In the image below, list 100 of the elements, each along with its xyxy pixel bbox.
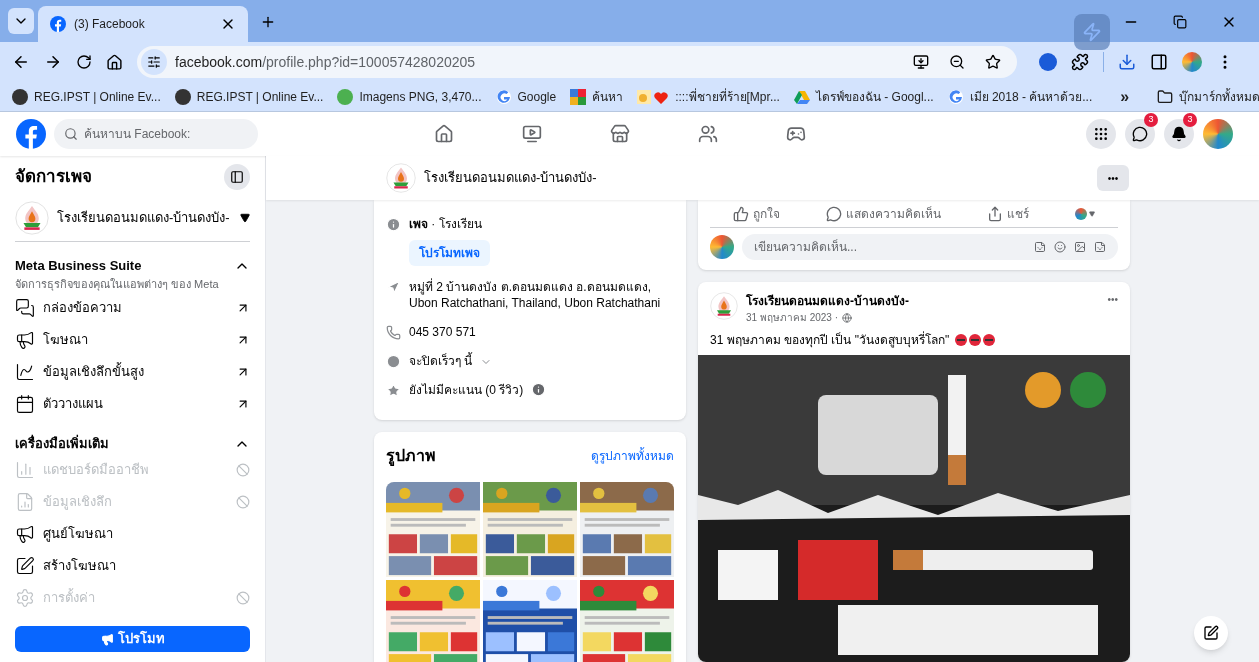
thumbs-up-icon <box>733 205 749 222</box>
no-smoking-emoji-icon <box>969 334 982 346</box>
settings-icon <box>15 587 35 608</box>
sidebar-item[interactable]: ศูนย์โฆษณา <box>15 517 250 550</box>
share-icon <box>987 205 1003 222</box>
sidebar-item[interactable]: กล่องข้อความ <box>15 292 250 324</box>
install-app-icon[interactable] <box>913 54 929 70</box>
bell-icon <box>1171 126 1187 142</box>
avatar-sticker-icon[interactable] <box>1034 241 1046 253</box>
grid-icon <box>1093 126 1109 142</box>
star-icon <box>386 383 401 398</box>
sidebar-toggle-icon <box>230 170 244 184</box>
search-field[interactable]: ค้นหาบน Facebook: <box>54 119 258 149</box>
side-panel-icon[interactable] <box>1150 53 1168 71</box>
blocked-icon <box>236 494 250 509</box>
bookmark-item[interactable]: Imagens PNG, 3,470... <box>337 87 482 106</box>
gaming-icon <box>786 124 806 144</box>
extensions-icon[interactable] <box>1071 53 1089 71</box>
megaphone-icon <box>100 632 114 646</box>
dropdown-icon[interactable] <box>1089 210 1095 217</box>
post-author[interactable]: โรงเรียนดอนมดแดง-บ้านดงบัง- <box>746 292 1100 310</box>
sidebar-item[interactable]: ตัววางแผน <box>15 388 250 420</box>
chat-bubble-icon <box>1132 126 1148 142</box>
profile-avatar[interactable] <box>1075 207 1087 220</box>
video-icon <box>522 124 542 144</box>
address-bar[interactable]: facebook.com/profile.php?id=100057428020205 <box>137 46 1017 78</box>
bookmark-item[interactable]: REG.IPST | Online Ev... <box>174 87 324 106</box>
compose-button[interactable] <box>1194 616 1228 650</box>
comment-field[interactable]: เขียนความคิดเห็น... <box>742 234 1118 260</box>
profile-avatar[interactable] <box>1182 52 1202 72</box>
intro-text: 045 370 571 <box>409 324 476 340</box>
notification-badge: 3 <box>1183 113 1197 127</box>
sidebar-item[interactable]: โฆษณา <box>15 324 250 356</box>
back-icon[interactable] <box>12 53 30 71</box>
promote-button[interactable]: โปรโมท <box>15 626 250 652</box>
restore-icon[interactable] <box>1173 15 1187 29</box>
sidebar-item[interactable]: สร้างโฆษณา <box>15 549 250 582</box>
user-avatar <box>710 235 734 259</box>
google-icon <box>495 88 512 105</box>
bookmarks-overflow-button[interactable]: » <box>1120 84 1130 109</box>
bar-chart-icon <box>15 459 35 480</box>
groups-icon <box>698 124 718 144</box>
bookmark-item[interactable]: ไดรฟ์ของฉัน - Googl... <box>793 87 934 106</box>
more-options-button[interactable]: ••• <box>1107 292 1118 307</box>
intro-text: ยังไม่มีคะแนน (0 รีวิว) <box>409 382 524 398</box>
like-button[interactable]: ถูกใจ <box>733 204 780 223</box>
info-icon[interactable] <box>531 382 547 397</box>
promote-page-button[interactable]: โปรโมทเพจ <box>409 240 490 266</box>
post-text: 31 พฤษภาคม ของทุกปี เป็น "วันงดสูบบุหรี่โลก" <box>710 331 950 349</box>
no-smoking-emoji-icon <box>955 334 968 346</box>
line-chart-icon <box>15 362 35 382</box>
home-icon[interactable] <box>106 53 123 71</box>
school-logo-icon <box>386 163 416 193</box>
bookmark-item[interactable]: ::::พี่ชายที่ร้าย[Mpr... <box>637 87 780 106</box>
see-all-photos-link[interactable]: ดูรูปภาพทั้งหมด <box>591 447 674 465</box>
facebook-logo-icon[interactable] <box>16 119 46 149</box>
bookmark-item[interactable]: REG.IPST | Online Ev... <box>12 87 161 106</box>
sidebar-title: จัดการเพจ <box>15 166 92 189</box>
menu-button[interactable] <box>1086 119 1116 149</box>
bookmark-item[interactable]: ค้นหา <box>570 87 624 106</box>
site-settings-icon[interactable] <box>141 49 167 75</box>
more-button[interactable]: ••• <box>1097 165 1129 191</box>
collapse-sidebar-button[interactable] <box>224 164 250 190</box>
bookmark-item[interactable]: เมีย 2018 - ค้นหาด้วย... <box>947 87 1093 106</box>
search-icon <box>64 127 78 141</box>
intro-text: เพจ · โรงเรียน <box>409 216 482 232</box>
section-header[interactable]: Meta Business Suite <box>15 256 250 276</box>
megaphone-icon <box>15 523 35 544</box>
edit-icon <box>1203 625 1219 641</box>
profile-avatar[interactable] <box>1203 119 1233 149</box>
page-switcher[interactable]: โรงเรียนดอนมดแดง-บ้านดงบัง- <box>15 198 250 242</box>
speech-bubble-icon <box>826 205 842 222</box>
tiles-icon <box>570 88 587 105</box>
download-icon[interactable] <box>1118 53 1136 71</box>
section-header[interactable]: เครื่องมือเพิ่มเติม <box>15 434 250 454</box>
megaphone-icon <box>15 330 35 350</box>
share-button[interactable]: แชร์ <box>987 204 1029 223</box>
new-tab-icon[interactable] <box>260 14 276 30</box>
forward-icon[interactable] <box>44 53 62 71</box>
tab-list-button[interactable] <box>8 8 34 34</box>
reload-icon[interactable] <box>76 54 92 70</box>
bookmark-item[interactable]: Google <box>495 87 557 106</box>
sidebar-item[interactable]: ข้อมูลเชิงลึกขั้นสูง <box>15 356 250 388</box>
blocked-icon <box>236 462 250 477</box>
intro-text: หมู่ที่ 2 บ้านดงบัง ต.ดอนมดแดง อ.ดอนมดแดง, Ubon Ratchathani, Thailand, Ubon Ratchathani <box>409 279 662 311</box>
emoji-icon[interactable] <box>1054 241 1066 253</box>
info-icon <box>386 217 401 232</box>
notification-badge: 3 <box>1144 113 1158 127</box>
school-logo-icon <box>710 292 738 320</box>
zoom-icon[interactable] <box>949 54 965 70</box>
google-icon <box>947 88 964 105</box>
comment-button[interactable]: แสดงความคิดเห็น <box>826 204 941 223</box>
dropdown-icon <box>240 212 250 223</box>
intro-text: จะปิดเร็วๆ นี้ <box>409 353 473 369</box>
browser-tab[interactable]: (3) Facebook <box>38 6 248 42</box>
post-date[interactable]: 31 พฤษภาคม 2023 · <box>746 310 839 325</box>
facebook-logo-icon[interactable] <box>50 16 66 32</box>
bookmark-star-icon[interactable] <box>985 54 1001 70</box>
sticker-icon[interactable] <box>1094 241 1106 253</box>
all-bookmarks-folder[interactable]: บุ๊กมาร์กทั้งหมด <box>1157 87 1259 106</box>
